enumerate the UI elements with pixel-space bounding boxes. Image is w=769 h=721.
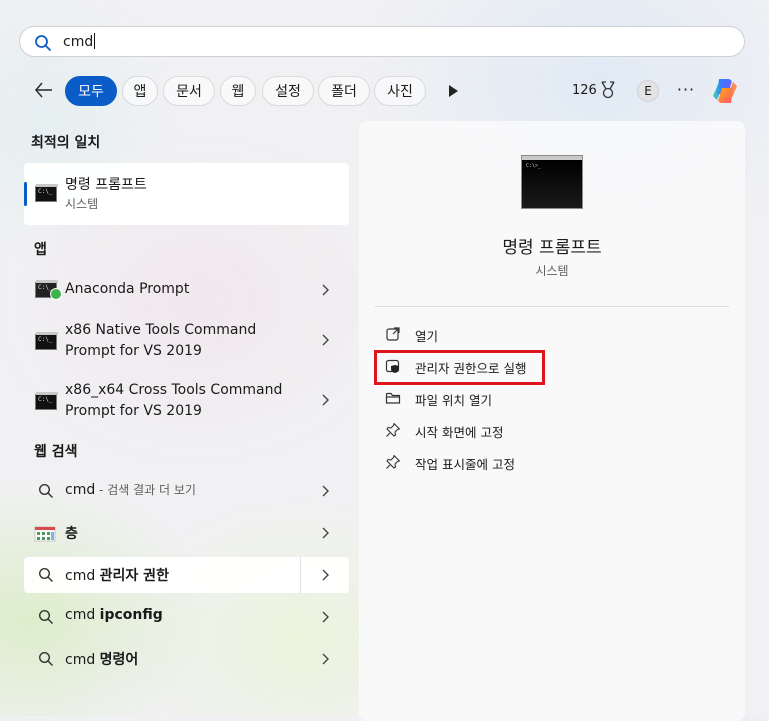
web-item-commands[interactable]: cmd 명령어: [24, 639, 349, 679]
search-icon: [38, 483, 53, 498]
row-divider: [300, 557, 301, 593]
action-label: 열기: [415, 329, 439, 344]
chevron-right-icon: [322, 485, 329, 497]
best-match-subtitle: 시스템: [65, 197, 99, 211]
filter-apps[interactable]: 앱: [122, 76, 158, 106]
back-arrow-icon[interactable]: [32, 78, 56, 102]
search-icon: [38, 567, 53, 582]
web-search-heading: 웹 검색: [34, 444, 78, 460]
building-image-icon: [34, 526, 56, 542]
search-icon: [38, 609, 53, 624]
detail-panel: 명령 프롬프트 시스템 열기 관리자 권한으로 실행 파일 위치 열기 시작 화…: [359, 121, 745, 721]
action-pin-to-start[interactable]: 시작 화면에 고정: [385, 419, 705, 443]
chevron-right-icon: [322, 653, 329, 665]
chevron-right-icon[interactable]: [320, 568, 330, 582]
search-icon: [38, 651, 53, 666]
filter-settings[interactable]: 설정: [262, 76, 314, 106]
play-more-filters-icon[interactable]: [446, 83, 460, 99]
anaconda-badge-icon: [50, 288, 62, 300]
filter-folders[interactable]: 폴더: [318, 76, 370, 106]
pin-icon: [386, 454, 401, 469]
divider: [375, 306, 729, 307]
vs-command-prompt-icon: [35, 332, 58, 350]
vs-command-prompt-icon: [35, 392, 58, 410]
filter-web[interactable]: 웹: [220, 76, 256, 106]
action-open[interactable]: 열기: [385, 323, 705, 347]
chevron-right-icon: [322, 284, 329, 296]
chevron-right-icon: [322, 611, 329, 623]
web-item-label: cmd ipconfig: [65, 607, 163, 623]
action-label: 파일 위치 열기: [415, 393, 492, 408]
app-item-label-line2: Prompt for VS 2019: [65, 343, 202, 359]
web-item-label: cmd 명령어: [65, 652, 139, 668]
search-box[interactable]: cmd: [19, 26, 745, 57]
action-label: 시작 화면에 고정: [415, 425, 504, 440]
app-item-x86-x64-cross-tools[interactable]: x86_x64 Cross Tools Command Prompt for V…: [24, 374, 349, 430]
web-item-label: 층: [65, 526, 78, 542]
chevron-right-icon: [322, 527, 329, 539]
best-match-item[interactable]: 명령 프롬프트 시스템: [24, 163, 349, 225]
filter-photos[interactable]: 사진: [374, 76, 426, 106]
web-item-label: cmd - 검색 결과 더 보기: [65, 482, 196, 498]
action-label: 작업 표시줄에 고정: [415, 457, 515, 472]
detail-subtitle: 시스템: [535, 264, 569, 278]
rewards-medal-icon[interactable]: [599, 80, 617, 100]
best-match-title: 명령 프롬프트: [65, 177, 147, 193]
chevron-right-icon: [322, 334, 329, 346]
detail-title: 명령 프롬프트: [502, 238, 602, 258]
filter-documents[interactable]: 문서: [163, 76, 215, 106]
app-item-label-line2: Prompt for VS 2019: [65, 403, 202, 419]
annotation-highlight-box: [374, 350, 545, 385]
copilot-icon[interactable]: [709, 76, 741, 106]
action-pin-to-taskbar[interactable]: 작업 표시줄에 고정: [385, 451, 705, 475]
apps-heading: 앱: [34, 242, 47, 258]
app-item-label: Anaconda Prompt: [65, 281, 190, 297]
app-item-label-line1: x86 Native Tools Command: [65, 322, 257, 338]
folder-icon: [385, 392, 401, 404]
web-item-more-results[interactable]: cmd - 검색 결과 더 보기: [24, 471, 349, 511]
avatar[interactable]: E: [637, 80, 659, 102]
app-item-x86-native-tools[interactable]: x86 Native Tools Command Prompt for VS 2…: [24, 314, 349, 370]
app-item-anaconda-prompt[interactable]: Anaconda Prompt: [24, 262, 349, 318]
rewards-points: 126: [572, 83, 597, 98]
more-options-button[interactable]: ···: [676, 80, 696, 100]
web-item-label: cmd 관리자 권한: [65, 568, 169, 584]
open-external-icon: [386, 327, 400, 341]
app-item-label-line1: x86_x64 Cross Tools Command: [65, 382, 283, 398]
web-item-admin-rights[interactable]: cmd 관리자 권한: [24, 557, 349, 593]
best-match-heading: 최적의 일치: [31, 135, 101, 151]
web-item-ipconfig[interactable]: cmd ipconfig: [24, 597, 349, 637]
command-prompt-icon: [35, 184, 58, 202]
web-item-floor[interactable]: 층: [24, 513, 349, 553]
search-icon: [35, 35, 51, 51]
pin-icon: [386, 422, 401, 437]
command-prompt-large-icon: [521, 155, 583, 209]
chevron-right-icon: [322, 394, 329, 406]
action-open-file-location[interactable]: 파일 위치 열기: [385, 387, 705, 411]
search-input[interactable]: cmd: [63, 33, 96, 50]
filter-all[interactable]: 모두: [65, 76, 117, 106]
selection-indicator: [24, 182, 27, 206]
